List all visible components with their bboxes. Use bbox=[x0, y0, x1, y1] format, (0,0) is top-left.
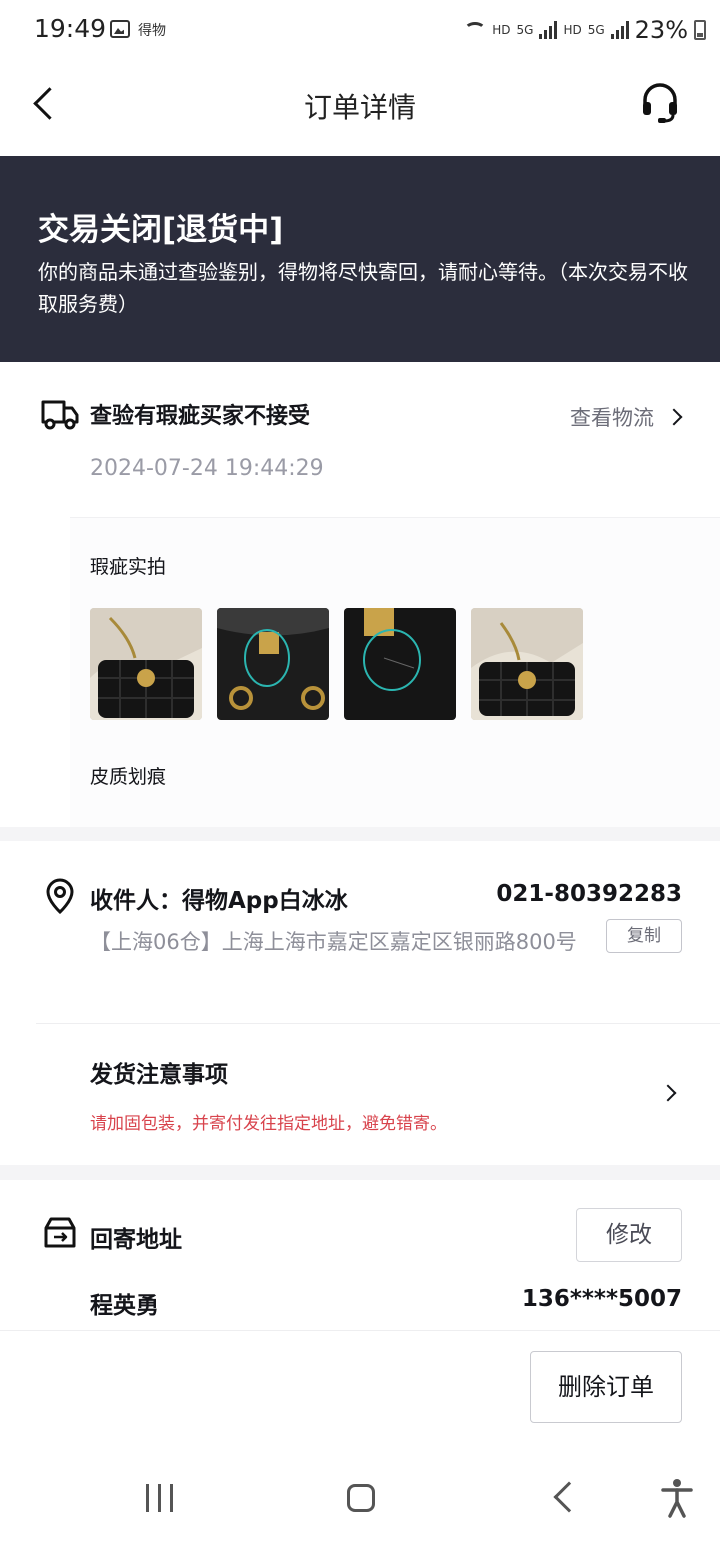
return-address-title: 回寄地址 bbox=[90, 1227, 182, 1253]
modify-button[interactable]: 修改 bbox=[576, 1208, 682, 1262]
system-back-icon[interactable] bbox=[553, 1481, 585, 1513]
truck-icon bbox=[41, 400, 79, 430]
signal-icon bbox=[610, 21, 629, 39]
chevron-right-icon[interactable] bbox=[659, 1084, 677, 1102]
shipping-note-title[interactable]: 发货注意事项 bbox=[90, 1055, 228, 1089]
network-label: HD bbox=[492, 23, 511, 37]
logistics-status: 查验有瑕疵买家不接受 bbox=[90, 404, 311, 429]
return-box-icon bbox=[44, 1217, 76, 1248]
receiver-card: 收件人：得物App白冰冰 021-80392283 【上海06仓】上海上海市嘉定… bbox=[0, 841, 720, 1165]
flaw-photo[interactable] bbox=[217, 608, 329, 720]
receiver-phone: 021-80392283 bbox=[496, 881, 682, 907]
return-name: 程英勇 bbox=[90, 1293, 159, 1319]
chevron-right-icon bbox=[665, 408, 683, 426]
network-label: 5G bbox=[516, 23, 534, 37]
location-pin-icon bbox=[46, 878, 74, 915]
view-logistics-label: 查看物流 bbox=[570, 406, 654, 430]
nav-bar: 订单详情 bbox=[0, 60, 720, 156]
page-title: 订单详情 bbox=[303, 91, 416, 124]
network-label: 5G bbox=[587, 23, 605, 37]
order-status: 交易关闭[退货中] bbox=[38, 212, 284, 248]
flaw-photos-title: 瑕疵实拍 bbox=[90, 556, 167, 578]
wifi-icon bbox=[464, 22, 487, 38]
return-phone: 136****5007 bbox=[521, 1286, 682, 1312]
divider bbox=[36, 1023, 720, 1024]
battery-icon bbox=[694, 20, 706, 40]
battery-percent: 23% bbox=[634, 16, 688, 44]
receiver-address: 【上海06仓】上海上海市嘉定区嘉定区银丽路800号 bbox=[90, 930, 577, 954]
accessibility-icon[interactable] bbox=[660, 1478, 694, 1518]
recent-apps-icon[interactable] bbox=[146, 1484, 173, 1512]
network-label: HD bbox=[563, 23, 582, 37]
divider bbox=[0, 1330, 720, 1331]
status-time: 19:49 bbox=[34, 14, 107, 43]
receiver-name: 收件人：得物App白冰冰 bbox=[90, 888, 348, 914]
logistics-card: 查验有瑕疵买家不接受 查看物流 2024-07-24 19:44:29 瑕疵实拍 bbox=[0, 362, 720, 827]
flaw-photo[interactable] bbox=[471, 608, 583, 720]
status-indicators: HD 5G HD 5G 23% bbox=[464, 14, 706, 46]
order-status-banner: 交易关闭[退货中] 你的商品未通过查验鉴别，得物将尽快寄回，请耐心等待。（本次交… bbox=[0, 156, 720, 362]
delete-order-button[interactable]: 删除订单 bbox=[530, 1351, 682, 1423]
shipping-note-desc: 请加固包装，并寄付发往指定地址，避免错寄。 bbox=[90, 1114, 447, 1134]
gallery-icon bbox=[110, 20, 130, 38]
customer-service-icon[interactable] bbox=[640, 82, 680, 124]
flaw-photo[interactable] bbox=[344, 608, 456, 720]
status-app-label: 得物 bbox=[138, 23, 166, 39]
status-bar: 19:49 得物 HD 5G HD 5G 23% bbox=[0, 0, 720, 60]
flaw-photo[interactable] bbox=[90, 608, 202, 720]
flaw-photo-list bbox=[90, 608, 583, 720]
copy-button[interactable]: 复制 bbox=[606, 919, 682, 953]
system-nav-bar bbox=[0, 1450, 720, 1544]
order-status-description: 你的商品未通过查验鉴别，得物将尽快寄回，请耐心等待。（本次交易不收取服务费） bbox=[38, 260, 688, 316]
home-icon[interactable] bbox=[347, 1484, 375, 1512]
logistics-time: 2024-07-24 19:44:29 bbox=[90, 456, 324, 481]
view-logistics-link[interactable]: 查看物流 bbox=[570, 402, 683, 432]
signal-icon bbox=[539, 21, 558, 39]
flaw-section: 瑕疵实拍 皮质划痕 bbox=[70, 517, 720, 827]
flaw-note: 皮质划痕 bbox=[90, 766, 167, 788]
